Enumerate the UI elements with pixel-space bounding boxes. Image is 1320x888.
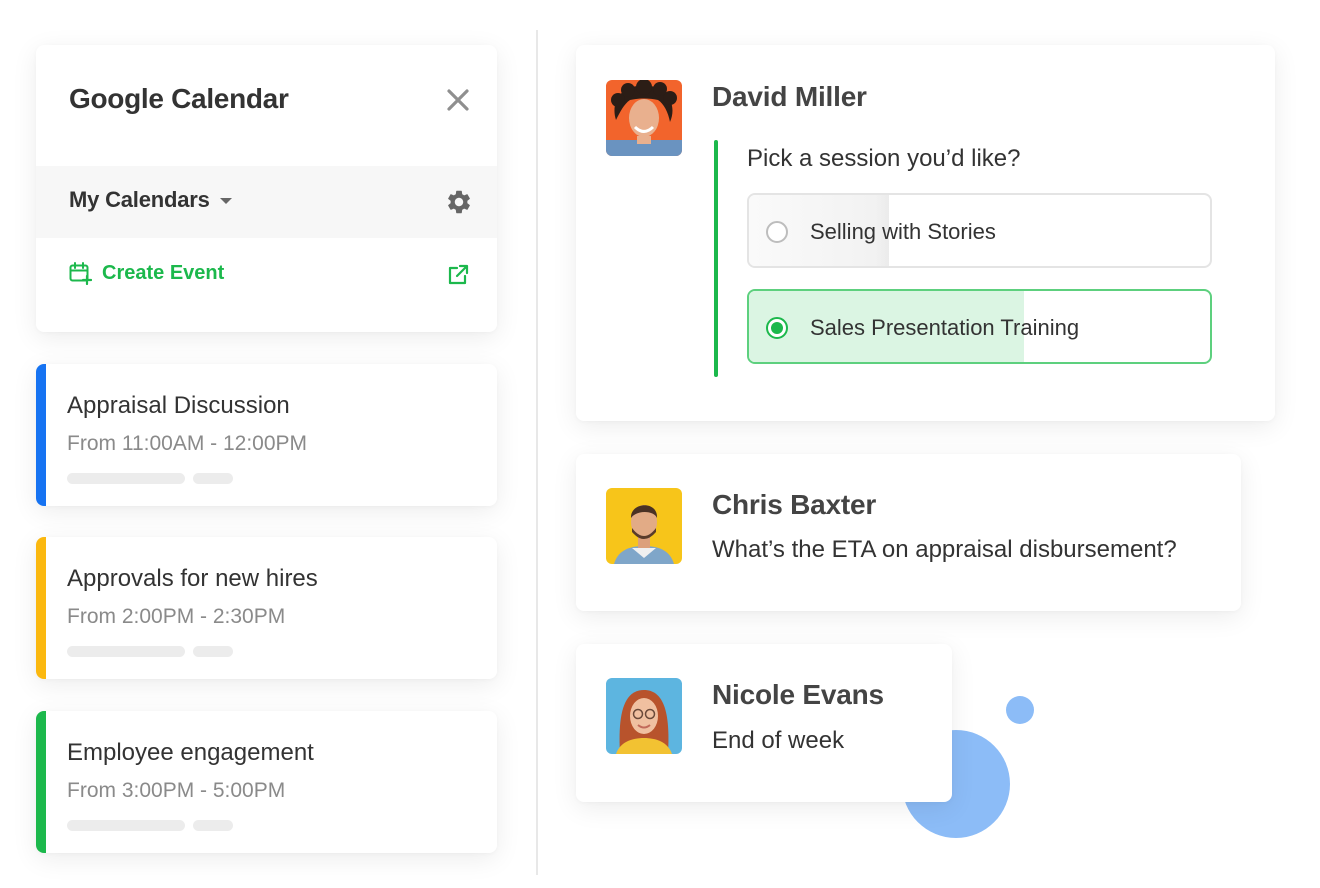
event-time: From 3:00PM - 5:00PM (67, 779, 286, 802)
chevron-down-icon (219, 198, 232, 204)
option-label: Sales Presentation Training (810, 315, 1080, 340)
create-event-label: Create Event (102, 261, 225, 284)
placeholder-bar (193, 473, 233, 484)
panel-divider (536, 30, 538, 875)
calendar-plus-icon (69, 262, 92, 285)
message-card-david: David Miller Pick a session you’d like? … (576, 45, 1275, 421)
external-link-icon[interactable] (446, 263, 470, 287)
option-label: Selling with Stories (810, 219, 996, 244)
decorative-circle-small (1006, 696, 1034, 724)
event-title: Appraisal Discussion (67, 392, 290, 419)
create-event-button[interactable]: Create Event (68, 261, 224, 285)
event-time: From 2:00PM - 2:30PM (67, 605, 286, 628)
radio-button[interactable] (766, 221, 788, 243)
placeholder-bar (193, 820, 233, 831)
event-color-stripe (36, 711, 46, 853)
event-color-stripe (36, 364, 46, 506)
event-card[interactable]: Approvals for new hires From 2:00PM - 2:… (36, 537, 497, 679)
placeholder-bar (67, 646, 185, 657)
placeholder-bar (67, 473, 185, 484)
message-card-chris: Chris Baxter What’s the ETA on appraisal… (576, 454, 1241, 611)
event-title: Approvals for new hires (67, 565, 318, 592)
poll-option[interactable]: Selling with Stories (747, 193, 1212, 268)
placeholder-bar (193, 646, 233, 657)
placeholder-bar (67, 820, 185, 831)
close-icon[interactable] (445, 87, 471, 113)
avatar (606, 678, 682, 754)
quote-bar (714, 140, 718, 377)
calendar-panel: Google Calendar My Calendars Create Even… (36, 45, 497, 332)
message-text: End of week (712, 727, 845, 754)
message-text: What’s the ETA on appraisal disbursement… (712, 536, 1177, 563)
event-card[interactable]: Employee engagement From 3:00PM - 5:00PM (36, 711, 497, 853)
my-calendars-bar: My Calendars (36, 166, 497, 238)
my-calendars-dropdown[interactable]: My Calendars (69, 187, 232, 213)
message-card-nicole: Nicole Evans End of week (576, 644, 952, 802)
poll-question: Pick a session you’d like? (747, 145, 1021, 172)
radio-button-selected[interactable] (766, 317, 788, 339)
event-title: Employee engagement (67, 739, 314, 766)
poll-option-selected[interactable]: Sales Presentation Training (747, 289, 1212, 364)
panel-title: Google Calendar (69, 83, 289, 114)
gear-icon[interactable] (445, 188, 473, 216)
avatar (606, 80, 682, 156)
event-time: From 11:00AM - 12:00PM (67, 432, 308, 455)
event-card[interactable]: Appraisal Discussion From 11:00AM - 12:0… (36, 364, 497, 506)
sender-name: David Miller (712, 81, 867, 112)
avatar (606, 488, 682, 564)
sender-name: Chris Baxter (712, 489, 877, 520)
sender-name: Nicole Evans (712, 679, 884, 710)
event-color-stripe (36, 537, 46, 679)
my-calendars-label: My Calendars (69, 187, 210, 212)
